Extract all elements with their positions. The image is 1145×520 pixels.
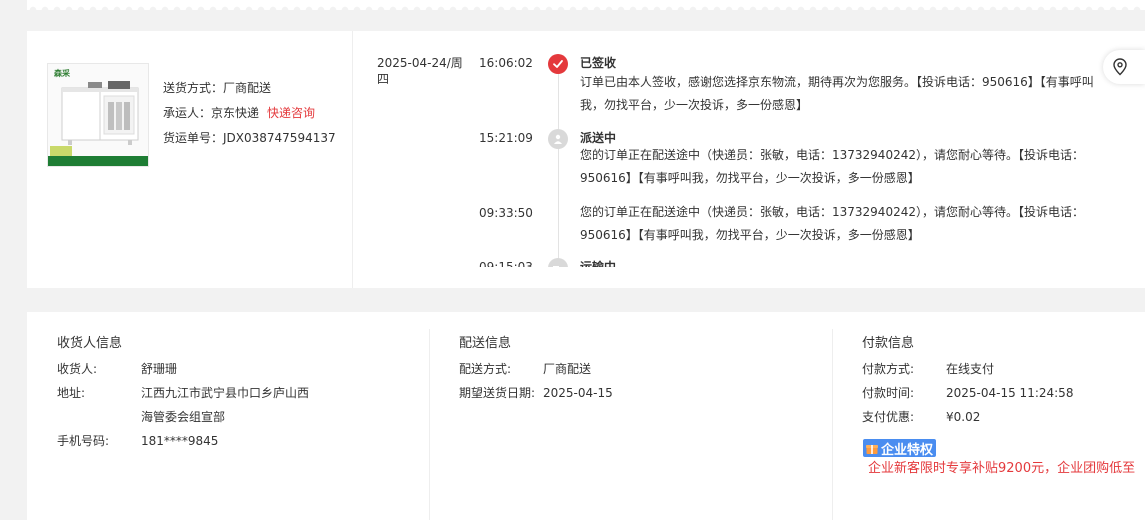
delivery-date-label: 期望送货日期: <box>459 386 536 400</box>
payment-time: 2025-04-15 11:24:58 <box>946 386 1074 400</box>
shipment-card: 森采 送货方式：厂商配送 承运人：京东快递 快递咨询 货运单号：JDX038747… <box>27 31 1145 288</box>
entry-title: 已签收 <box>580 56 617 70</box>
gift-icon <box>866 445 878 454</box>
entry-title: 运输中 <box>580 260 617 267</box>
entry-date: 2025-04-24/周四 <box>377 56 463 86</box>
receiver-address-label: 地址: <box>57 386 86 400</box>
receiver-address-line2: 海管委会组宣部 <box>141 410 226 424</box>
timeline-line <box>558 63 559 267</box>
receiver-phone: 181****9845 <box>141 434 219 448</box>
product-logo: 森采 <box>54 69 70 78</box>
delivery-column: 配送信息 配送方式: 厂商配送 期望送货日期: 2025-04-15 <box>429 312 832 520</box>
payment-heading: 付款信息 <box>862 336 915 351</box>
payment-column: 付款信息 付款方式: 在线支付 付款时间: 2025-04-15 11:24:5… <box>832 312 1145 520</box>
carrier-label: 承运人：京东快递 <box>163 106 260 120</box>
stamp-edge-decoration <box>27 0 1145 10</box>
receiver-phone-label: 手机号码: <box>57 434 110 448</box>
entry-desc-line: 您的订单正在配送途中（快递员：张敏，电话：13732940242），请您耐心等待… <box>580 148 1084 162</box>
product-tag <box>50 146 72 156</box>
receiver-name-label: 收货人: <box>57 362 98 376</box>
receiver-heading: 收货人信息 <box>57 336 123 351</box>
delivery-date: 2025-04-15 <box>543 386 613 400</box>
enterprise-promo-text[interactable]: 企业新客限时专享补贴9200元，企业团购低至 <box>868 459 1135 479</box>
entry-desc: 您的订单正在配送途中（快递员：张敏，电话：13732940242），请您耐心等待… <box>580 201 1100 247</box>
entry-desc-line: 您的订单正在配送途中（快递员：张敏，电话：13732940242），请您耐心等待… <box>580 205 1084 219</box>
payment-discount: ¥0.02 <box>946 410 981 424</box>
entry-desc-line: 我，勿找平台，少一次投诉，多一份感恩】 <box>580 98 809 112</box>
entry-desc-line: 950616】【有事呼叫我，勿找平台，少一次投诉，多一份感恩】 <box>580 228 920 242</box>
check-icon <box>548 54 568 74</box>
product-thumbnail[interactable]: 森采 <box>47 63 149 167</box>
logistics-timeline[interactable]: 2025-04-24/周四 16:06:02 已签收 订单已由本人签收，感谢您选… <box>353 31 1145 267</box>
entry-time: 15:21:09 <box>479 131 533 145</box>
delivery-method-label: 配送方式: <box>459 362 512 376</box>
location-button[interactable] <box>1103 50 1145 84</box>
entry-time: 09:15:03 <box>479 260 533 267</box>
product-banner <box>48 156 148 166</box>
payment-method-label: 付款方式: <box>862 362 915 376</box>
entry-time: 16:06:02 <box>479 56 533 70</box>
delivery-method: 厂商配送 <box>543 362 592 376</box>
courier-icon <box>548 129 568 149</box>
entry-desc: 您的订单正在配送途中（快递员：张敏，电话：13732940242），请您耐心等待… <box>580 144 1100 190</box>
truck-icon <box>548 258 568 267</box>
payment-discount-label: 支付优惠: <box>862 410 915 424</box>
entry-time: 09:33:50 <box>479 206 533 220</box>
map-pin-icon <box>1113 58 1127 76</box>
carrier-row: 承运人：京东快递 快递咨询 <box>163 101 336 126</box>
payment-time-label: 付款时间: <box>862 386 915 400</box>
shipping-info: 送货方式：厂商配送 承运人：京东快递 快递咨询 货运单号：JDX038747594… <box>163 76 336 151</box>
delivery-heading: 配送信息 <box>459 336 512 351</box>
waybill-number: 货运单号：JDX038747594137 <box>163 131 336 145</box>
receiver-address-line1: 江西九江市武宁县巾口乡庐山西 <box>141 386 310 400</box>
receiver-name: 舒珊珊 <box>141 362 178 376</box>
payment-method: 在线支付 <box>946 362 995 376</box>
enterprise-badge[interactable]: 企业特权 <box>863 439 937 458</box>
enterprise-badge-label: 企业特权 <box>881 442 934 458</box>
entry-desc-line: 950616】【有事呼叫我，勿找平台，少一次投诉，多一份感恩】 <box>580 171 920 185</box>
order-info-card: 收货人信息 收货人: 舒珊珊 地址: 江西九江市武宁县巾口乡庐山西 海管委会组宣… <box>27 312 1145 520</box>
entry-desc-line: 订单已由本人签收，感谢您选择京东物流，期待再次为您服务。【投诉电话：950616… <box>580 75 1094 89</box>
courier-inquiry-link[interactable]: 快递咨询 <box>267 106 315 120</box>
shipping-method: 送货方式：厂商配送 <box>163 81 272 95</box>
receiver-column: 收货人信息 收货人: 舒珊珊 地址: 江西九江市武宁县巾口乡庐山西 海管委会组宣… <box>27 312 429 520</box>
entry-desc: 订单已由本人签收，感谢您选择京东物流，期待再次为您服务。【投诉电话：950616… <box>580 71 1100 117</box>
